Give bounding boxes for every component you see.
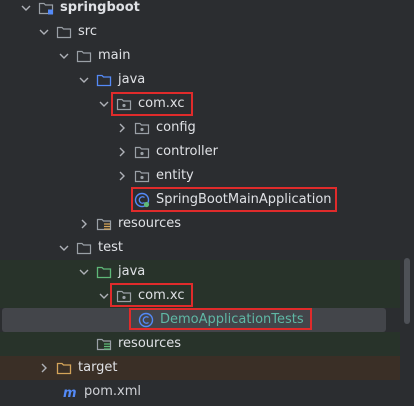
tree-item-label: java [118, 264, 146, 279]
package-icon [134, 120, 150, 136]
chevron-down-icon[interactable] [38, 26, 50, 38]
test-resources-folder-icon [96, 336, 112, 352]
tree-item-main[interactable]: main [0, 44, 400, 68]
chevron-right-icon[interactable] [116, 122, 128, 134]
tree-item-label: target [78, 360, 118, 375]
tree-item-springboot[interactable]: springboot [0, 0, 400, 20]
tree-item-label: com.xc [138, 96, 185, 111]
chevron-down-icon[interactable] [58, 50, 70, 62]
resources-folder-icon [96, 216, 112, 232]
chevron-right-icon[interactable] [38, 362, 50, 374]
test-class-icon [138, 312, 154, 328]
tree-item-main-java[interactable]: java [0, 68, 400, 92]
chevron-right-icon[interactable] [116, 170, 128, 182]
tree-item-entity[interactable]: entity [0, 164, 400, 188]
tree-item-label: com.xc [138, 288, 185, 303]
package-icon [134, 144, 150, 160]
tree-item-main-resources[interactable]: resources [0, 212, 400, 236]
chevron-down-icon[interactable] [98, 98, 110, 110]
tree-item-label: src [78, 24, 97, 39]
chevron-down-icon[interactable] [98, 290, 110, 302]
tree-item-test[interactable]: test [0, 236, 400, 260]
tree-item-label: SpringBootMainApplication [156, 192, 332, 207]
tree-item-label: controller [156, 144, 219, 159]
tree-item-label: resources [118, 216, 182, 231]
tree-item-test-class[interactable]: DemoApplicationTests [2, 308, 386, 332]
chevron-right-icon[interactable] [116, 146, 128, 158]
tree-item-label: pom.xml [84, 384, 141, 399]
excluded-folder-icon [56, 360, 72, 376]
folder-icon [76, 48, 92, 64]
package-icon [116, 96, 132, 112]
package-icon [134, 168, 150, 184]
tree-item-label: java [118, 72, 146, 87]
chevron-down-icon[interactable] [78, 74, 90, 86]
tree-item-label: resources [118, 336, 182, 351]
source-folder-icon [96, 72, 112, 88]
tree-item-test-java[interactable]: java [0, 260, 400, 284]
chevron-down-icon[interactable] [58, 242, 70, 254]
chevron-right-icon[interactable] [78, 218, 90, 230]
spring-boot-class-icon [134, 192, 150, 208]
chevron-down-icon[interactable] [78, 266, 90, 278]
test-source-folder-icon [96, 264, 112, 280]
tree-item-label: main [98, 48, 131, 63]
tree-item-pom[interactable]: m pom.xml [0, 380, 400, 404]
tree-item-target[interactable]: target [0, 356, 400, 380]
tree-item-label: config [156, 120, 196, 135]
tree-item-main-package[interactable]: com.xc [0, 92, 400, 116]
chevron-down-icon[interactable] [20, 2, 32, 14]
module-folder-icon [38, 0, 54, 16]
svg-text:m: m [63, 386, 77, 400]
tree-item-controller[interactable]: controller [0, 140, 400, 164]
vertical-scrollbar[interactable] [404, 258, 410, 324]
tree-item-main-class[interactable]: SpringBootMainApplication [0, 188, 400, 212]
maven-icon: m [62, 384, 78, 400]
project-tree: springboot src main java com.xc config c… [0, 0, 414, 406]
tree-item-label: springboot [60, 0, 140, 15]
folder-icon [56, 24, 72, 40]
folder-icon [76, 240, 92, 256]
tree-item-label: test [98, 240, 123, 255]
tree-item-test-resources[interactable]: resources [0, 332, 400, 356]
tree-item-src[interactable]: src [0, 20, 400, 44]
package-icon [116, 288, 132, 304]
tree-item-label: DemoApplicationTests [160, 312, 304, 327]
tree-item-test-package[interactable]: com.xc [0, 284, 400, 308]
tree-item-config[interactable]: config [0, 116, 400, 140]
tree-item-label: entity [156, 168, 194, 183]
